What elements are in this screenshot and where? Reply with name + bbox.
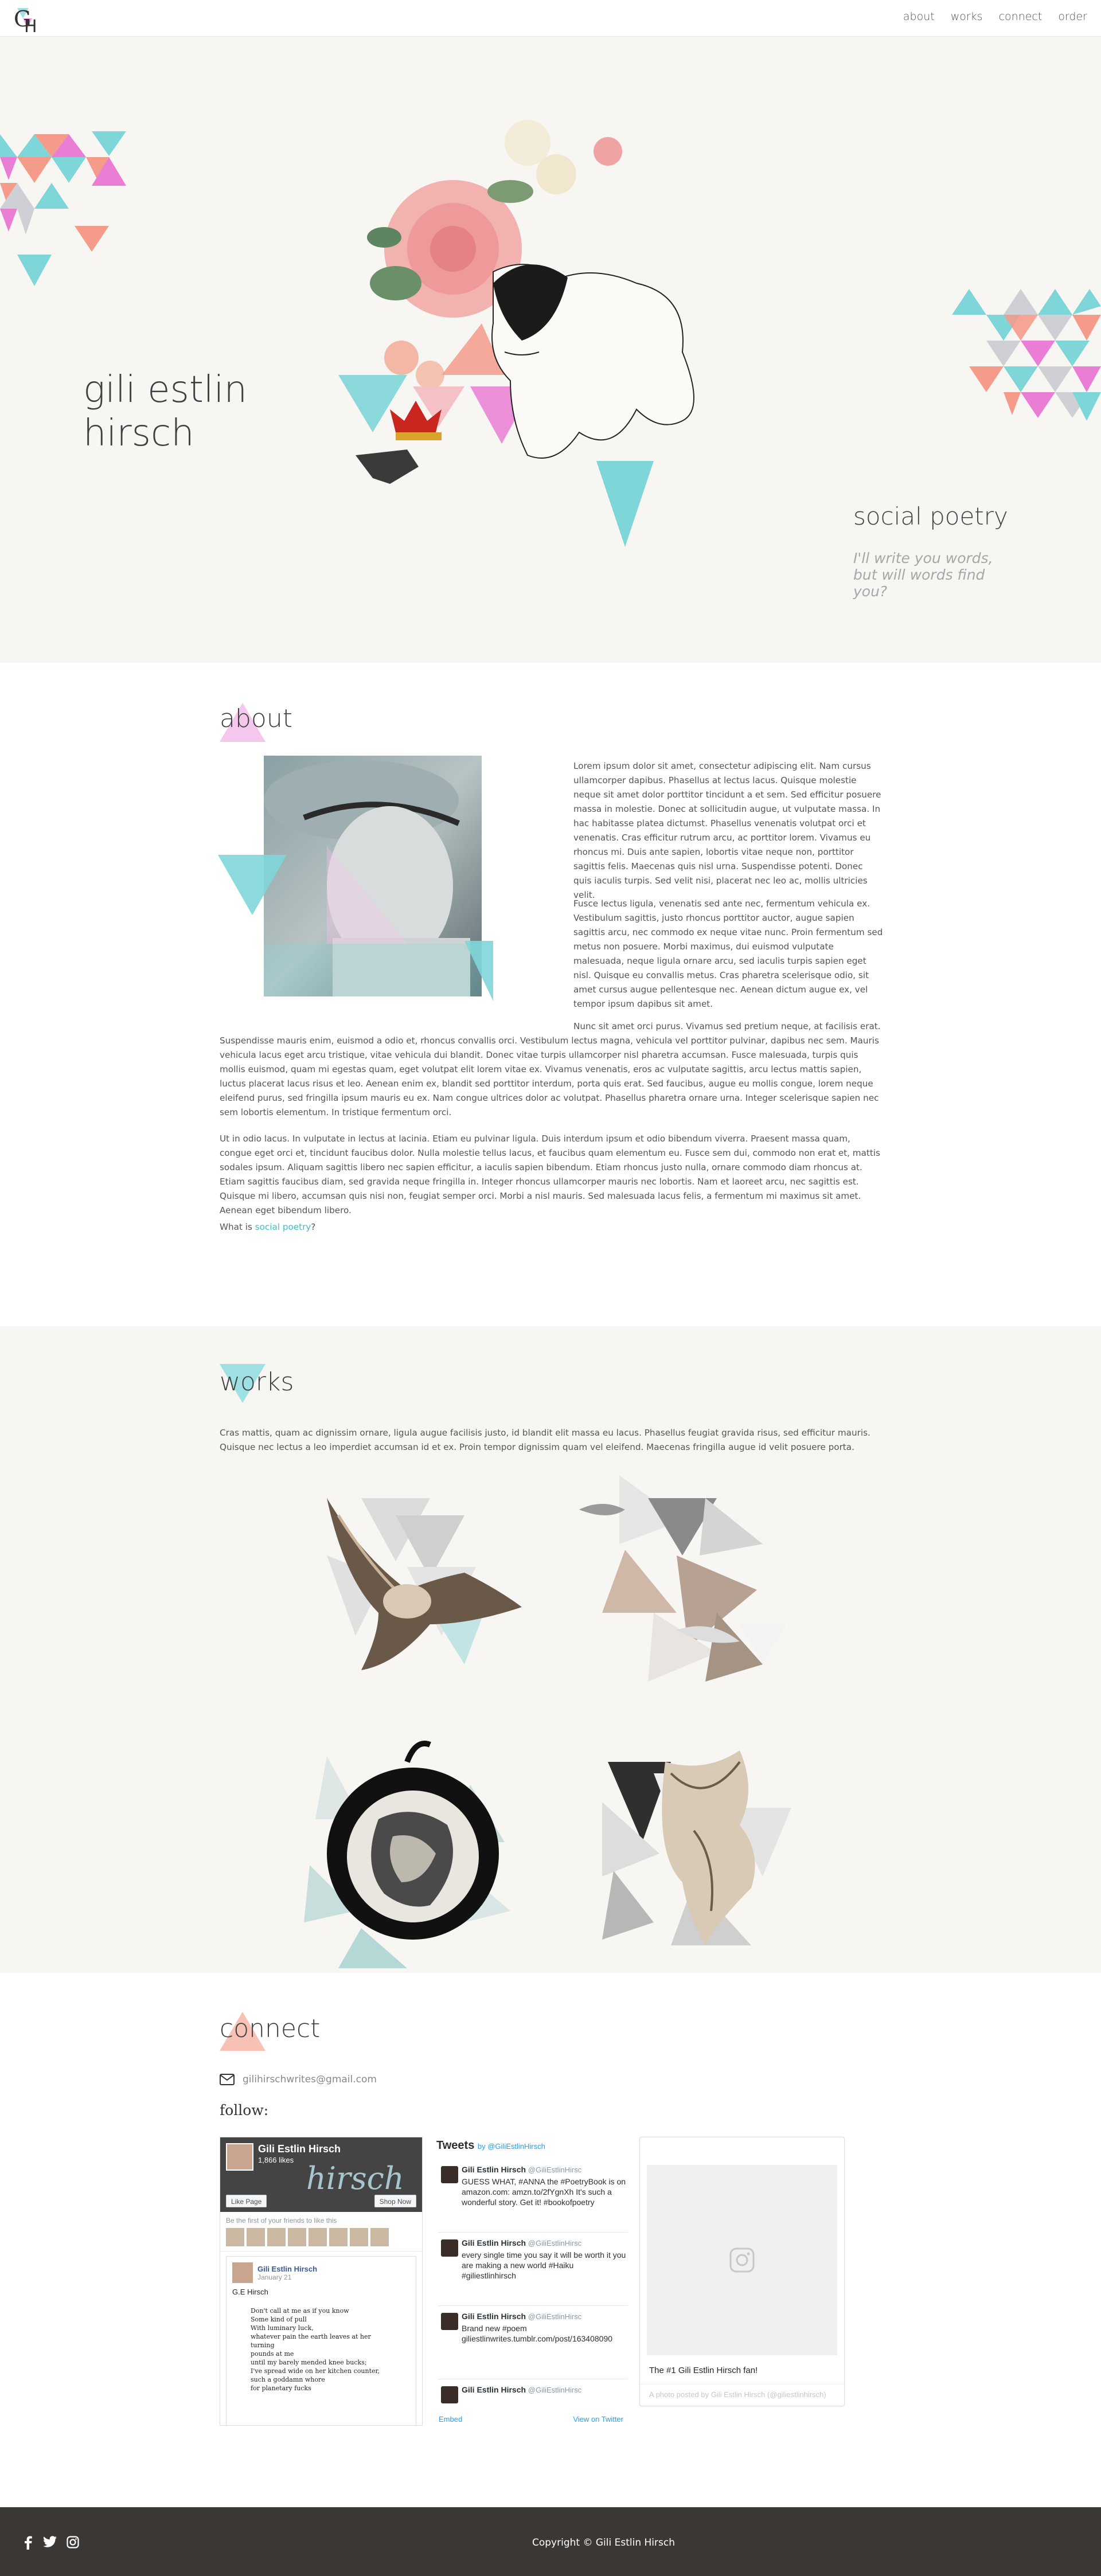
twitter-embed-link[interactable]: Embed — [439, 2415, 462, 2423]
about-paragraph-3: Nunc sit amet orci purus. Vivamus sed pr… — [220, 1021, 881, 1117]
facebook-icon[interactable] — [23, 2536, 33, 2550]
top-navigation: G H about works connect order — [0, 0, 1101, 37]
facebook-friend-avatars — [226, 2228, 416, 2246]
tweet-avatar[interactable] — [441, 2313, 458, 2330]
nav-menu: about works connect order — [895, 10, 1095, 23]
tweet-text: GUESS WHAT, #ANNA the #PoetryBook is on … — [462, 2177, 626, 2207]
twitter-icon[interactable] — [42, 2536, 57, 2548]
twitter-header: Tweets by @GiliEstlinHirsch — [427, 2137, 635, 2159]
svg-text:H: H — [24, 17, 37, 34]
facebook-post-avatar[interactable] — [232, 2262, 253, 2283]
tweet[interactable]: Gili Estlin Hirsch @GiliEstlinHirsc ever… — [439, 2233, 628, 2306]
facebook-post-author[interactable]: Gili Estlin Hirsch — [257, 2265, 317, 2273]
tweet-avatar[interactable] — [441, 2239, 458, 2257]
tweet[interactable]: Gili Estlin Hirsch @GiliEstlinHirsc Bran… — [439, 2306, 628, 2379]
facebook-friends-text: Be the first of your friends to like thi… — [226, 2217, 337, 2225]
tweet-avatar[interactable] — [441, 2166, 458, 2183]
gh-logo-icon[interactable]: G H — [11, 3, 42, 34]
work-bird-artwork[interactable] — [292, 1475, 533, 1705]
work-cranes-artwork[interactable] — [568, 1475, 809, 1705]
triangle-cluster-left — [0, 131, 126, 286]
facebook-page-name[interactable]: Gili Estlin Hirsch — [258, 2143, 341, 2155]
about-section: about Lorem ipsum dolor sit amet, consec… — [0, 663, 1101, 1326]
facebook-like-page-button[interactable]: Like Page — [226, 2195, 267, 2207]
portrait-image — [218, 756, 493, 1001]
friend-avatar[interactable] — [350, 2228, 368, 2246]
facebook-shop-now-button[interactable]: Shop Now — [374, 2195, 416, 2207]
facebook-cover-script: hirsch — [306, 2160, 404, 2196]
facebook-friends-row: Be the first of your friends to like thi… — [220, 2212, 422, 2251]
email-address[interactable]: gilihirschwrites@gmail.com — [243, 2074, 377, 2085]
copyright-text: Copyright © Gili Estlin Hirsch — [532, 2537, 675, 2548]
name-line-2: hirsch — [83, 412, 194, 455]
facebook-post: Gili Estlin Hirsch January 21 G.E Hirsch… — [226, 2256, 416, 2425]
nav-item-connect[interactable]: connect — [991, 10, 1051, 23]
facebook-post-header: Gili Estlin Hirsch January 21 — [232, 2262, 410, 2283]
hero-illustration — [338, 120, 694, 547]
what-is-social-poetry: What is social poetry? — [220, 1222, 316, 1232]
instagram-footer-icon[interactable] — [67, 2536, 79, 2548]
friend-avatar[interactable] — [329, 2228, 348, 2246]
site-owner-name: gili estlin hirsch — [83, 368, 247, 455]
connect-title: connect — [220, 2014, 321, 2043]
twitter-header-title: Tweets — [436, 2139, 475, 2152]
instagram-photo-placeholder[interactable] — [647, 2165, 837, 2355]
hero-tagline: social poetry — [853, 502, 1008, 530]
name-line-1: gili estlin — [83, 369, 248, 411]
nav-item-about[interactable]: about — [895, 10, 943, 23]
facebook-post-text: G.E Hirsch — [232, 2288, 268, 2296]
hero-subtagline: I'll write you words, but will words fin… — [853, 550, 993, 600]
about-paragraph-1: Lorem ipsum dolor sit amet, consectetur … — [573, 761, 881, 900]
twitter-header-by[interactable]: by @GiliEstlinHirsch — [478, 2142, 545, 2151]
nav-item-order[interactable]: order — [1050, 10, 1095, 23]
tweet-avatar[interactable] — [441, 2386, 458, 2403]
tweet[interactable]: Gili Estlin Hirsch @GiliEstlinHirsc — [439, 2379, 628, 2414]
instagram-embed[interactable]: The #1 Gili Estlin Hirsch fan! A photo p… — [639, 2137, 845, 2406]
facebook-post-poem: Don't call at me as if you know Some kin… — [251, 2307, 380, 2392]
follow-label: follow: — [220, 2102, 269, 2118]
works-title: works — [220, 1367, 294, 1397]
twitter-footer: Embed View on Twitter — [439, 2415, 623, 2423]
about-paragraph-2: Fusce lectus ligula, venenatis sed ante … — [573, 898, 883, 1009]
twitter-view-link[interactable]: View on Twitter — [573, 2415, 623, 2423]
works-description: Cras mattis, quam ac dignissim ornare, l… — [220, 1428, 870, 1452]
hero-section: gili estlin hirsch social poetry I'll wr… — [0, 37, 1101, 663]
tweet[interactable]: Gili Estlin Hirsch @GiliEstlinHirsc GUES… — [439, 2159, 628, 2233]
friend-avatar[interactable] — [370, 2228, 389, 2246]
nav-item-works[interactable]: works — [943, 10, 991, 23]
friend-avatar[interactable] — [247, 2228, 265, 2246]
tweet-text: Brand new #poem giliestlinwrites.tumblr.… — [462, 2324, 613, 2343]
works-section: works Cras mattis, quam ac dignissim orn… — [0, 1326, 1101, 1973]
triangle-cluster-right — [952, 289, 1101, 421]
work-hawk-artwork[interactable] — [568, 1739, 809, 1968]
connect-section: connect gilihirschwrites@gmail.com follo… — [0, 1973, 1101, 2507]
friend-avatar[interactable] — [309, 2228, 327, 2246]
social-links — [23, 2536, 79, 2550]
instagram-icon — [729, 2247, 755, 2273]
work-anatomical-heart-artwork[interactable] — [292, 1739, 533, 1968]
facebook-page-widget: Gili Estlin Hirsch 1,866 likes hirsch Li… — [220, 2137, 423, 2426]
instagram-by[interactable]: A photo posted by Gili Estlin Hirsch (@g… — [640, 2384, 844, 2405]
twitter-timeline-widget: Tweets by @GiliEstlinHirsch Gili Estlin … — [427, 2137, 635, 2426]
friend-avatar[interactable] — [267, 2228, 286, 2246]
about-title: about — [220, 704, 292, 733]
facebook-likes-count: 1,866 likes — [258, 2156, 294, 2164]
facebook-avatar[interactable] — [226, 2143, 253, 2171]
envelope-icon — [220, 2074, 235, 2085]
email-contact[interactable]: gilihirschwrites@gmail.com — [220, 2074, 377, 2085]
instagram-caption[interactable]: The #1 Gili Estlin Hirsch fan! — [649, 2366, 758, 2375]
friend-avatar[interactable] — [288, 2228, 306, 2246]
facebook-post-date[interactable]: January 21 — [257, 2273, 317, 2281]
friend-avatar[interactable] — [226, 2228, 244, 2246]
about-paragraph-4: Ut in odio lacus. In vulputate in lectus… — [220, 1133, 880, 1215]
tweet-text: every single time you say it will be wor… — [462, 2250, 626, 2280]
social-poetry-link[interactable]: social poetry — [255, 1222, 311, 1232]
site-footer: Copyright © Gili Estlin Hirsch — [0, 2507, 1101, 2576]
facebook-cover[interactable]: Gili Estlin Hirsch 1,866 likes hirsch Li… — [220, 2137, 422, 2212]
